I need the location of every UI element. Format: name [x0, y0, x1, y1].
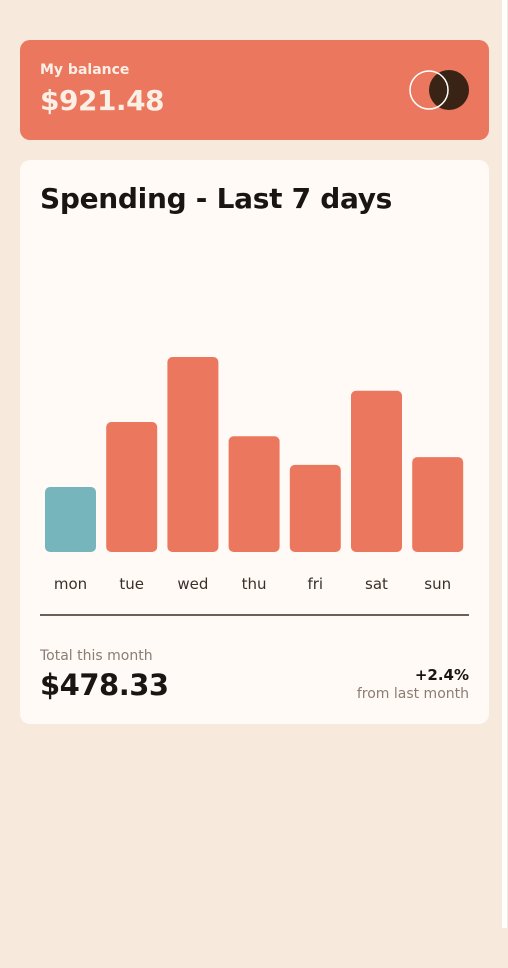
- day-label-wed: wed: [177, 575, 208, 593]
- day-label-mon: mon: [54, 575, 87, 593]
- day-label-sat: sat: [365, 575, 388, 593]
- scrollbar-thumb[interactable]: [502, 0, 507, 928]
- logo-icon: [409, 70, 469, 110]
- bar-sun[interactable]: [412, 457, 464, 552]
- bar-tue[interactable]: [106, 422, 158, 552]
- day-label-tue: tue: [119, 575, 144, 593]
- change-value: +2.4%: [414, 666, 469, 684]
- day-label-thu: thu: [242, 575, 267, 593]
- logo-filled-circle: [429, 70, 469, 110]
- day-label-sun: sun: [424, 575, 451, 593]
- bar-mon[interactable]: [45, 487, 96, 552]
- spending-card: Spending - Last 7 days mon tue wed thu fri sa…: [20, 160, 489, 724]
- balance-value: $921.48: [40, 84, 165, 117]
- bar-sat[interactable]: [351, 390, 402, 552]
- total-label: Total this month: [40, 648, 153, 664]
- day-label-fri: fri: [307, 575, 323, 593]
- change-label: from last month: [356, 686, 469, 702]
- bar-thu[interactable]: [228, 436, 280, 552]
- spending-chart: mon tue wed thu fri sat sun: [45, 357, 464, 593]
- scrollbar[interactable]: [501, 0, 508, 968]
- balance-label: My balance: [40, 62, 130, 78]
- bar-fri[interactable]: [289, 464, 341, 552]
- divider: [40, 614, 469, 616]
- total-value: $478.33: [40, 668, 169, 702]
- page: My balance $921.48 Spending - Last 7 day…: [0, 0, 508, 968]
- bar-wed[interactable]: [167, 357, 219, 552]
- balance-card: My balance $921.48: [20, 40, 489, 140]
